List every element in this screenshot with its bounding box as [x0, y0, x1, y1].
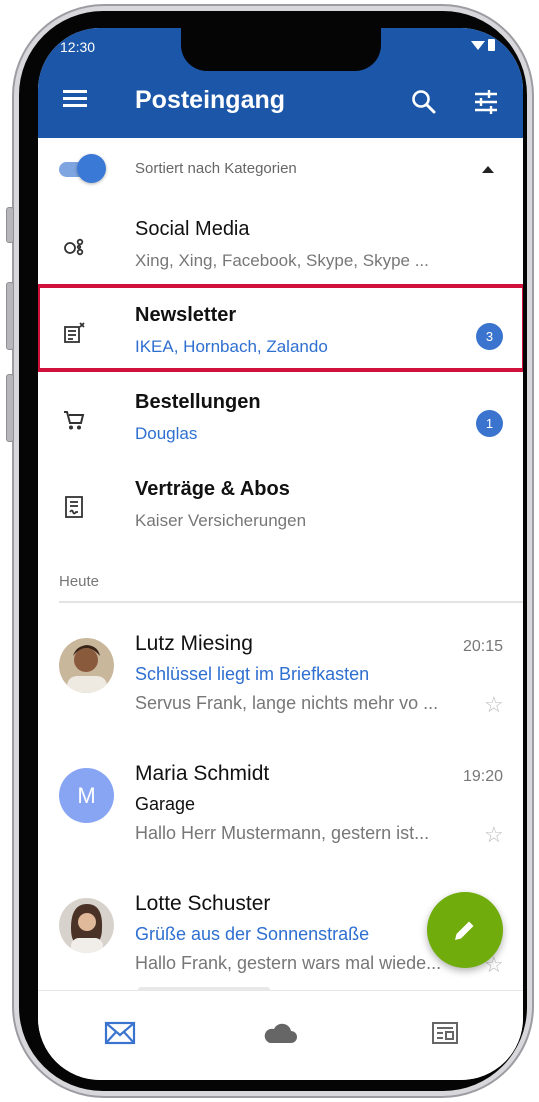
- volume-up-button: [6, 282, 14, 350]
- cloud-icon[interactable]: [260, 1013, 300, 1053]
- section-label: Heute: [59, 573, 100, 590]
- category-social-media[interactable]: Social Media Xing, Xing, Facebook, Skype…: [38, 202, 523, 288]
- email-time: 19:20: [463, 768, 504, 785]
- email-subject: Garage: [135, 794, 196, 814]
- sort-toggle-row: Sortiert nach Kategorien: [38, 138, 523, 202]
- status-time: 12:30: [60, 39, 96, 55]
- category-subtitle: Douglas: [135, 424, 198, 443]
- newsletter-highlight: [38, 284, 523, 372]
- email-row[interactable]: M Maria Schmidt 19:20 Garage Hallo Herr …: [38, 752, 523, 882]
- sort-label: Sortiert nach Kategorien: [135, 160, 297, 177]
- category-title: Verträge & Abos: [135, 478, 290, 500]
- category-title: Social Media: [135, 218, 250, 240]
- star-icon[interactable]: ☆: [484, 692, 504, 718]
- section-divider: [59, 601, 523, 603]
- email-sender: Maria Schmidt: [135, 762, 270, 785]
- email-row[interactable]: Lutz Miesing 20:15 Schlüssel liegt im Br…: [38, 622, 523, 752]
- email-sender: Lutz Miesing: [135, 632, 253, 655]
- bottom-navigation: [38, 990, 523, 1080]
- silent-switch: [6, 207, 14, 243]
- email-subject: Schlüssel liegt im Briefkasten: [135, 664, 370, 684]
- app-screen: 12:30 Posteingang Sortiert nach Kategori…: [38, 28, 523, 1080]
- email-subject: Grüße aus der Sonnenstraße: [135, 924, 370, 944]
- search-icon[interactable]: [410, 88, 438, 116]
- wifi-icon: [471, 41, 485, 50]
- email-preview: Hallo Frank, gestern wars mal wiede...: [135, 953, 442, 973]
- phone-notch: [181, 28, 381, 71]
- category-title: Bestellungen: [135, 391, 261, 413]
- status-icons: [471, 38, 501, 52]
- email-sender: Lotte Schuster: [135, 892, 271, 915]
- pencil-icon: [455, 921, 474, 940]
- category-subtitle: Xing, Xing, Facebook, Skype, Skype ...: [135, 251, 429, 270]
- star-icon[interactable]: ☆: [484, 822, 504, 848]
- social-icon: [62, 235, 86, 259]
- email-preview: Servus Frank, lange nichts mehr vo ...: [135, 693, 439, 713]
- contract-icon: [62, 495, 86, 519]
- category-subtitle: Kaiser Versicherungen: [135, 511, 307, 530]
- avatar: [59, 898, 114, 953]
- volume-down-button: [6, 374, 14, 442]
- category-vertraege[interactable]: Verträge & Abos Kaiser Versicherungen: [38, 462, 523, 548]
- email-preview: Hallo Herr Mustermann, gestern ist...: [135, 823, 430, 843]
- battery-icon: [488, 39, 495, 51]
- news-icon[interactable]: [425, 1013, 465, 1053]
- unread-badge: 1: [476, 410, 503, 437]
- mail-icon[interactable]: [100, 1013, 140, 1053]
- email-time: 20:15: [463, 638, 504, 655]
- filter-settings-icon[interactable]: [472, 88, 500, 116]
- compose-button[interactable]: [427, 892, 503, 968]
- avatar: [59, 638, 114, 693]
- menu-icon[interactable]: [63, 90, 87, 108]
- sort-toggle-knob[interactable]: [77, 154, 106, 183]
- collapse-icon[interactable]: [482, 166, 494, 173]
- page-title: Posteingang: [135, 86, 286, 114]
- category-bestellungen[interactable]: Bestellungen Douglas 1: [38, 375, 523, 461]
- avatar: M: [59, 768, 114, 823]
- cart-icon: [62, 408, 86, 432]
